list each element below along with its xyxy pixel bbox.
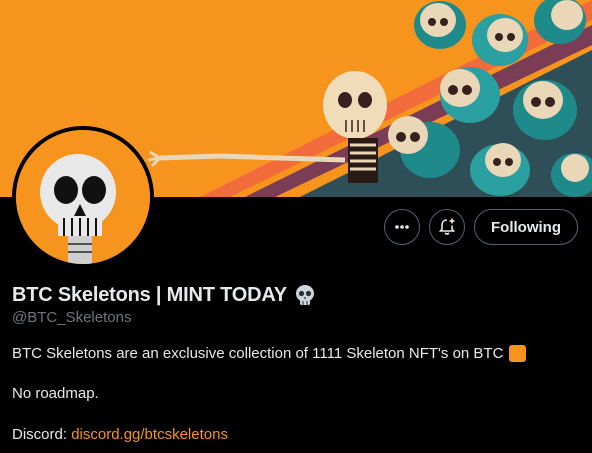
more-icon (395, 225, 409, 229)
notification-button[interactable] (429, 209, 466, 245)
following-button[interactable]: Following (474, 209, 578, 245)
bio: BTC Skeletons are an exclusive collectio… (12, 345, 527, 362)
more-button[interactable] (384, 209, 421, 245)
profile-name-row: BTC Skeletons | MINT TODAY (12, 283, 317, 307)
avatar[interactable] (12, 126, 154, 268)
display-name: BTC Skeletons | MINT TODAY (12, 283, 287, 306)
bio-line-roadmap: No roadmap. (12, 385, 99, 402)
discord-label: Discord: (12, 426, 68, 443)
bio-line-discord: Discord: discord.gg/btcskeletons (12, 426, 228, 443)
profile-actions: Following (384, 209, 578, 245)
bio-text: BTC Skeletons are an exclusive collectio… (12, 345, 504, 362)
notification-bell-plus-icon (438, 218, 456, 235)
discord-link[interactable]: discord.gg/btcskeletons (71, 426, 228, 443)
handle: @BTC_Skeletons (12, 309, 132, 326)
orange-square-emoji-icon (509, 345, 527, 362)
skull-avatar-image (16, 130, 150, 264)
skull-emoji-icon (295, 285, 314, 305)
